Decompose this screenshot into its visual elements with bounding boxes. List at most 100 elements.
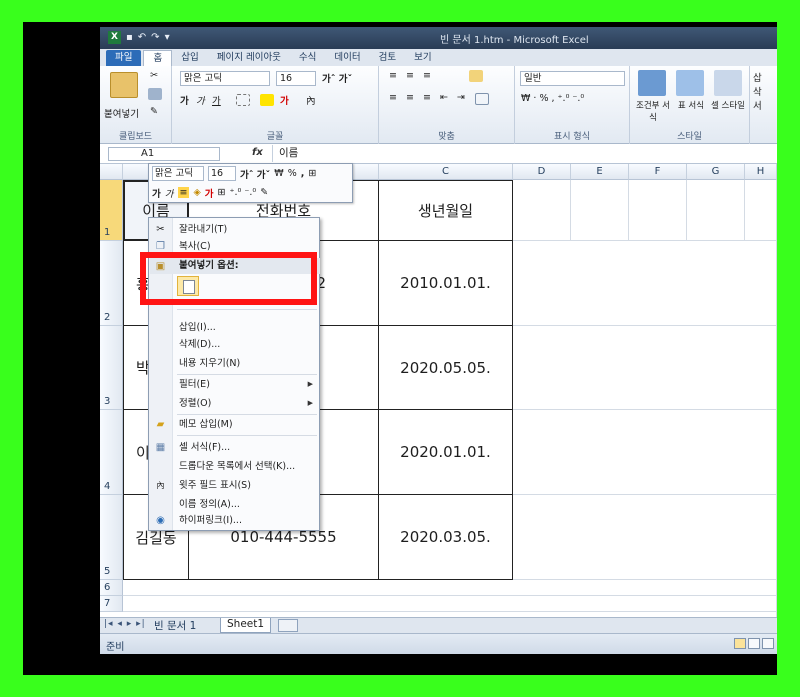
sheet-nav-icons[interactable]: |◂ ◂ ▸ ▸|: [104, 619, 146, 629]
mini-size-combo[interactable]: 16: [208, 166, 236, 181]
menu-item-insert-memo[interactable]: ▰ 메모 삽입(M): [149, 416, 321, 433]
mini-merge-icon[interactable]: ⊞: [308, 168, 316, 179]
row-header-4[interactable]: 4: [100, 410, 123, 495]
mini-currency-icon[interactable]: ₩: [274, 168, 283, 179]
mini-align-center-icon[interactable]: ≡: [177, 187, 190, 198]
horizontal-align-icons[interactable]: ≡ ≡ ≡ ⇤ ⇥: [389, 92, 468, 103]
cut-icon[interactable]: ✂: [150, 70, 158, 81]
cell-c4[interactable]: 2020.01.01.: [379, 410, 513, 495]
name-box[interactable]: A1: [108, 147, 220, 161]
mini-font-combo[interactable]: 맑은 고딕: [152, 166, 204, 181]
menu-item-dropdown-pick[interactable]: 드롭다운 목록에서 선택(K)...: [149, 458, 321, 475]
font-size-combo[interactable]: 16: [276, 71, 316, 86]
mini-decimal-icons[interactable]: ⁺.⁰ ⁻.⁰: [230, 187, 257, 198]
menu-item-phonetic[interactable]: 內 윗주 필드 표시(S): [149, 477, 321, 494]
cell-c3[interactable]: 2020.05.05.: [379, 326, 513, 410]
row-header-2[interactable]: 2: [100, 241, 123, 326]
insert-cells-button[interactable]: 삽: [753, 70, 762, 84]
border-icon[interactable]: [236, 94, 250, 106]
row-header-3[interactable]: 3: [100, 326, 123, 410]
underline-icon[interactable]: 가: [212, 93, 221, 107]
tab-home[interactable]: 홈: [143, 50, 173, 66]
paste-icon[interactable]: [110, 72, 138, 98]
cell-d4-h4[interactable]: [513, 410, 777, 495]
row-header-6[interactable]: 6: [100, 580, 123, 596]
cell-c1[interactable]: 생년월일: [379, 180, 513, 241]
format-painter-icon[interactable]: ✎: [150, 106, 158, 117]
mini-percent-button[interactable]: %: [288, 168, 297, 179]
cell-c2[interactable]: 2010.01.01.: [379, 241, 513, 326]
table-format-label[interactable]: 표 서식: [674, 99, 708, 111]
undo-icon[interactable]: ↶: [138, 32, 146, 44]
cell-g1[interactable]: [687, 180, 745, 241]
font-color-icon[interactable]: 가: [280, 93, 289, 107]
menu-item-cut[interactable]: ✂ 잘라내기(T): [149, 221, 321, 238]
grow-font-icon[interactable]: 가ˆ 가ˇ: [322, 71, 352, 85]
column-header-c[interactable]: C: [379, 164, 513, 180]
row-6-cells[interactable]: [123, 580, 777, 596]
redo-icon[interactable]: ↷: [151, 32, 159, 44]
mini-format-painter-icon[interactable]: ✎: [260, 187, 268, 198]
page-break-view-icon[interactable]: [762, 638, 774, 649]
mini-font-color-icon[interactable]: 가: [205, 186, 214, 200]
column-header-e[interactable]: E: [571, 164, 629, 180]
menu-item-delete[interactable]: 삭제(D)...: [149, 336, 321, 353]
cell-h1[interactable]: [745, 180, 777, 241]
delete-cells-button[interactable]: 삭: [753, 84, 762, 98]
number-format-combo[interactable]: 일반: [520, 71, 625, 86]
row-7-cells[interactable]: [123, 596, 777, 612]
bold-icon[interactable]: 가: [180, 93, 189, 107]
vertical-align-icons[interactable]: ≡ ≡ ≡: [389, 70, 434, 81]
select-all-corner[interactable]: [100, 164, 123, 180]
copy-icon[interactable]: [148, 88, 162, 100]
row-header-5[interactable]: 5: [100, 495, 123, 580]
qat-customize-icon[interactable]: ▾: [165, 32, 170, 44]
phonetic-icon[interactable]: 內: [306, 93, 316, 107]
paste-label[interactable]: 붙여넣기: [104, 106, 139, 120]
formula-input[interactable]: 이름: [272, 145, 777, 162]
tab-data[interactable]: 데이터: [325, 50, 369, 66]
cell-style-label[interactable]: 셀 스타일: [710, 99, 746, 111]
table-format-icon[interactable]: [676, 70, 704, 96]
mini-border-icon[interactable]: ⊞: [218, 187, 226, 198]
column-header-d[interactable]: D: [513, 164, 571, 180]
menu-item-format-cells[interactable]: ▦ 셀 서식(F)...: [149, 439, 321, 456]
normal-view-icon[interactable]: [734, 638, 746, 649]
menu-item-insert[interactable]: 삽입(I)...: [149, 319, 321, 336]
cell-c5[interactable]: 2020.03.05.: [379, 495, 513, 580]
italic-icon[interactable]: 가: [196, 93, 205, 107]
mini-grow-font-icon[interactable]: 가ˆ 가ˇ: [240, 167, 270, 181]
cell-d5-h5[interactable]: [513, 495, 777, 580]
tab-page-layout[interactable]: 페이지 레이아웃: [208, 50, 290, 66]
menu-item-filter[interactable]: 필터(E) ▶: [149, 376, 321, 393]
column-header-h[interactable]: H: [745, 164, 777, 180]
merge-center-icon[interactable]: [475, 93, 489, 105]
cell-style-icon[interactable]: [714, 70, 742, 96]
cell-f1[interactable]: [629, 180, 687, 241]
tab-formulas[interactable]: 수식: [290, 50, 325, 66]
cell-d1[interactable]: [513, 180, 571, 241]
tab-insert[interactable]: 삽입: [172, 50, 207, 66]
conditional-format-label[interactable]: 조건부 서식: [634, 99, 672, 123]
column-header-g[interactable]: G: [687, 164, 745, 180]
tab-view[interactable]: 보기: [405, 50, 440, 66]
fx-icon[interactable]: fx: [252, 147, 263, 158]
tab-file[interactable]: 파일: [106, 50, 142, 66]
sheet-tab-1[interactable]: 빈 문서 1: [154, 618, 196, 633]
mini-fill-color-icon[interactable]: ◈: [193, 187, 200, 198]
menu-item-clear[interactable]: 내용 지우기(N): [149, 355, 321, 372]
cell-d3-h3[interactable]: [513, 326, 777, 410]
currency-percent-icons[interactable]: ₩ · % , ⁺.⁰ ⁻.⁰: [521, 93, 584, 104]
mini-bold-icon[interactable]: 가: [152, 186, 161, 200]
menu-item-sort[interactable]: 정렬(O) ▶: [149, 395, 321, 412]
mini-comma-button[interactable]: ,: [301, 168, 305, 179]
fill-color-icon[interactable]: [260, 94, 274, 106]
menu-item-hyperlink[interactable]: ◉ 하이퍼링크(I)...: [149, 512, 321, 529]
save-icon[interactable]: ▪: [126, 32, 133, 44]
mini-italic-icon[interactable]: 가: [165, 186, 174, 200]
wrap-text-icon[interactable]: [469, 70, 483, 82]
font-name-combo[interactable]: 맑은 고딕: [180, 71, 270, 86]
menu-item-define-name[interactable]: 이름 정의(A)...: [149, 496, 321, 513]
new-sheet-icon[interactable]: [278, 619, 298, 632]
cell-e1[interactable]: [571, 180, 629, 241]
